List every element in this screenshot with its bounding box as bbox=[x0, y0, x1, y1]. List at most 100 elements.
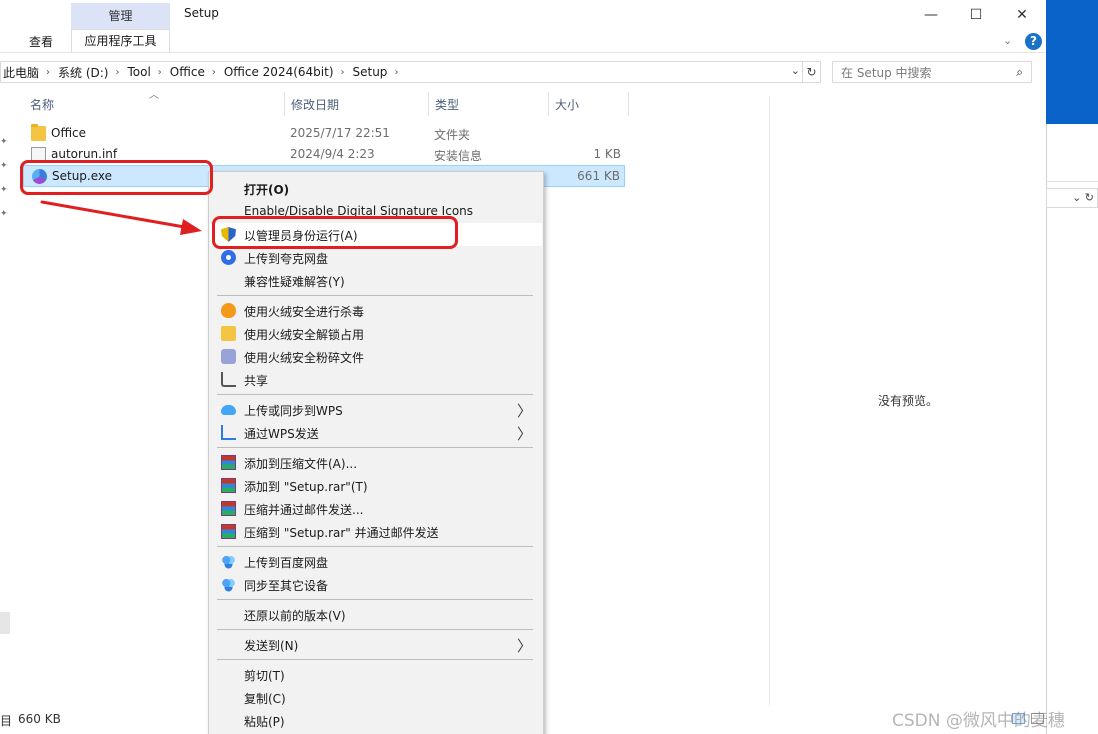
menu-item-label: 同步至其它设备 bbox=[244, 579, 329, 593]
menu-item-sync-devices[interactable]: 同步至其它设备 bbox=[210, 573, 542, 596]
address-bar[interactable]: 此电脑 › 系统 (D:) › Tool › Office › Office 2024(… bbox=[0, 61, 803, 83]
file-name: Office bbox=[51, 126, 87, 140]
menu-item-label: 粘贴(P) bbox=[244, 715, 285, 729]
chevron-right-icon[interactable]: › bbox=[111, 67, 125, 78]
breadcrumb-office[interactable]: Office bbox=[168, 65, 208, 79]
huorong-icon bbox=[221, 303, 236, 318]
menu-item-compress-and-email[interactable]: 压缩并通过邮件发送... bbox=[210, 497, 542, 520]
status-item-count: 目 bbox=[0, 714, 13, 728]
column-header-modified[interactable]: 修改日期 bbox=[291, 96, 339, 113]
minimize-icon: — bbox=[924, 7, 938, 23]
nav-scroll-thumb[interactable] bbox=[0, 612, 10, 634]
menu-item-copy[interactable]: 复制(C) bbox=[210, 686, 542, 709]
search-icon: ⌕ bbox=[1016, 64, 1023, 79]
menu-item-label: 上传到百度网盘 bbox=[244, 556, 329, 570]
winrar-icon bbox=[221, 455, 236, 470]
menu-separator bbox=[217, 659, 533, 660]
maximize-button[interactable]: ☐ bbox=[953, 2, 999, 28]
chevron-right-icon[interactable]: › bbox=[337, 67, 351, 78]
annotation-arrow bbox=[40, 200, 202, 235]
winrar-icon bbox=[221, 501, 236, 516]
search-input[interactable]: 在 Setup 中搜索 ⌕ bbox=[832, 61, 1032, 83]
help-icon[interactable]: ? bbox=[1025, 33, 1042, 50]
ribbon-expand-icon[interactable]: ⌄ bbox=[1003, 34, 1012, 47]
menu-item-wps-sync[interactable]: 上传或同步到WPS 〉 bbox=[210, 398, 542, 421]
close-button[interactable]: ✕ bbox=[999, 2, 1045, 28]
baidu-icon bbox=[221, 577, 236, 592]
file-modified: 2024/9/4 2:23 bbox=[290, 147, 375, 161]
address-history-dropdown-icon[interactable]: ⌄ bbox=[791, 64, 800, 77]
menu-item-quark-upload[interactable]: 上传到夸克网盘 bbox=[210, 246, 542, 269]
menu-item-cut[interactable]: 剪切(T) bbox=[210, 663, 542, 686]
no-preview-text: 没有预览。 bbox=[878, 394, 939, 408]
menu-item-huorong-scan[interactable]: 使用火绒安全进行杀毒 bbox=[210, 299, 542, 322]
column-header-type[interactable]: 类型 bbox=[435, 96, 459, 113]
breadcrumb-this-pc[interactable]: 此电脑 bbox=[1, 64, 42, 81]
menu-item-add-to-archive[interactable]: 添加到压缩文件(A)... bbox=[210, 451, 542, 474]
column-header-name[interactable]: 名称 bbox=[30, 96, 54, 113]
maximize-icon: ☐ bbox=[969, 7, 983, 23]
pin-icon: ✦ bbox=[0, 209, 8, 219]
menu-item-label: 复制(C) bbox=[244, 692, 286, 706]
background-window-divider bbox=[1046, 181, 1098, 182]
background-window[interactable] bbox=[1046, 124, 1098, 734]
pin-icon: ✦ bbox=[0, 185, 8, 195]
menu-item-label: 添加到 "Setup.rar"(T) bbox=[244, 480, 368, 494]
menu-item-compress-setup-rar-and-email[interactable]: 压缩到 "Setup.rar" 并通过邮件发送 bbox=[210, 520, 542, 543]
search-placeholder: 在 Setup 中搜索 bbox=[841, 65, 932, 80]
file-modified: 2025/7/17 22:51 bbox=[290, 126, 390, 140]
ribbon-tab-view[interactable]: 查看 bbox=[18, 32, 64, 52]
folder-icon bbox=[31, 124, 46, 141]
minimize-button[interactable]: — bbox=[908, 2, 954, 28]
ribbon-tab-app-tools[interactable]: 应用程序工具 bbox=[71, 29, 170, 52]
menu-item-huorong-shred[interactable]: 使用火绒安全粉碎文件 bbox=[210, 345, 542, 368]
column-divider[interactable] bbox=[628, 92, 629, 116]
breadcrumb-drive[interactable]: 系统 (D:) bbox=[56, 64, 111, 81]
column-divider[interactable] bbox=[284, 92, 285, 116]
menu-item-wps-send[interactable]: 通过WPS发送 〉 bbox=[210, 421, 542, 444]
file-size: 1 KB bbox=[593, 147, 621, 161]
chevron-right-icon[interactable]: › bbox=[154, 67, 168, 78]
ribbon-tab-manage[interactable]: 管理 bbox=[71, 3, 170, 29]
menu-separator bbox=[217, 447, 533, 448]
menu-separator bbox=[217, 546, 533, 547]
menu-item-paste[interactable]: 粘贴(P) bbox=[210, 709, 542, 732]
chevron-right-icon[interactable]: › bbox=[390, 67, 404, 78]
quark-icon bbox=[221, 250, 236, 265]
menu-item-share[interactable]: 共享 bbox=[210, 368, 542, 391]
menu-item-restore-previous[interactable]: 还原以前的版本(V) bbox=[210, 603, 542, 626]
menu-item-label: 发送到(N) bbox=[244, 639, 299, 653]
menu-item-label: 压缩并通过邮件发送... bbox=[244, 503, 364, 517]
chevron-right-icon[interactable]: › bbox=[208, 67, 222, 78]
file-row-office[interactable]: Office 2025/7/17 22:51 文件夹 bbox=[23, 123, 625, 145]
ribbon-divider bbox=[0, 52, 1046, 53]
breadcrumb-office-2024[interactable]: Office 2024(64bit) bbox=[222, 65, 337, 79]
menu-item-label: 添加到压缩文件(A)... bbox=[244, 457, 358, 471]
preview-pane-divider[interactable] bbox=[769, 96, 770, 706]
menu-item-label: 使用火绒安全粉碎文件 bbox=[244, 351, 365, 365]
column-header-size[interactable]: 大小 bbox=[555, 96, 579, 113]
file-type: 文件夹 bbox=[434, 128, 471, 142]
column-divider[interactable] bbox=[548, 92, 549, 116]
background-window-address-dropdown[interactable]: ⌄ ↻ bbox=[1046, 188, 1098, 208]
desktop-background bbox=[1046, 0, 1098, 124]
menu-item-add-to-setup-rar[interactable]: 添加到 "Setup.rar"(T) bbox=[210, 474, 542, 497]
file-size: 661 KB bbox=[577, 169, 620, 183]
menu-item-baidu-upload[interactable]: 上传到百度网盘 bbox=[210, 550, 542, 573]
refresh-icon[interactable]: ↻ bbox=[803, 61, 821, 83]
pin-icon: ✦ bbox=[0, 161, 8, 171]
breadcrumb-tool[interactable]: Tool bbox=[125, 65, 153, 79]
context-menu: 打开(O) Enable/Disable Digital Signature I… bbox=[208, 171, 544, 734]
menu-item-label: 使用火绒安全进行杀毒 bbox=[244, 305, 365, 319]
menu-item-label: 压缩到 "Setup.rar" 并通过邮件发送 bbox=[244, 526, 439, 540]
menu-item-huorong-unlock[interactable]: 使用火绒安全解锁占用 bbox=[210, 322, 542, 345]
column-divider[interactable] bbox=[428, 92, 429, 116]
menu-item-send-to[interactable]: 发送到(N) 〉 bbox=[210, 633, 542, 656]
breadcrumb-setup[interactable]: Setup bbox=[351, 65, 391, 79]
sort-ascending-icon: ︿ bbox=[149, 90, 159, 101]
menu-separator bbox=[217, 629, 533, 630]
baidu-icon bbox=[221, 554, 236, 569]
menu-item-compat-troubleshoot[interactable]: 兼容性疑难解答(Y) bbox=[210, 269, 542, 292]
menu-item-open[interactable]: 打开(O) bbox=[210, 177, 542, 200]
chevron-right-icon[interactable]: › bbox=[42, 67, 56, 78]
